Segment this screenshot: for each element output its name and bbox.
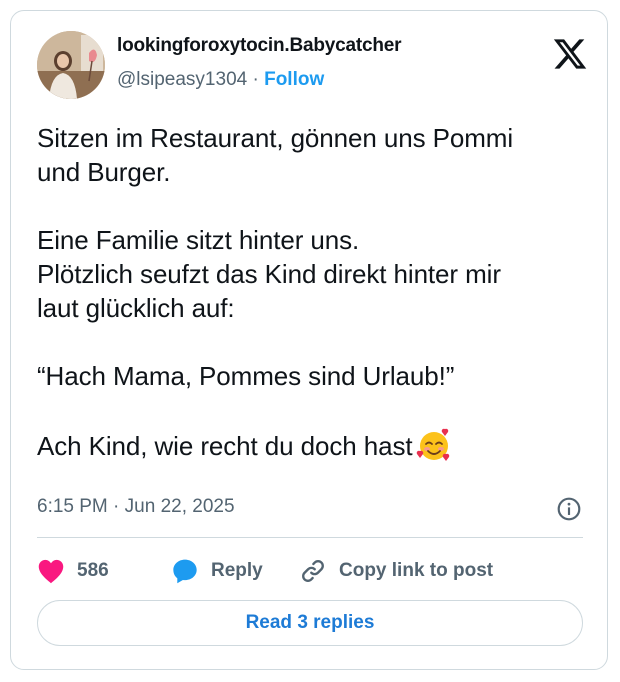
avatar[interactable]	[37, 31, 105, 99]
read-replies-button[interactable]: Read 3 replies	[37, 600, 583, 646]
x-logo-icon[interactable]	[552, 36, 588, 72]
copy-link-button[interactable]: Copy link to post	[299, 555, 493, 587]
heart-icon	[38, 559, 64, 584]
follow-button[interactable]: Follow	[264, 69, 324, 90]
speech-bubble-icon	[173, 559, 197, 584]
post-card: lookingforoxytocin.Babycatcher @lsipeasy…	[10, 10, 608, 670]
handle-row: @lsipeasy1304 · Follow	[117, 69, 324, 91]
post-date: Jun 22, 2025	[124, 496, 235, 517]
user-handle[interactable]: @lsipeasy1304	[117, 69, 247, 90]
display-name[interactable]: lookingforoxytocin.Babycatcher	[117, 35, 402, 57]
link-icon	[302, 560, 324, 582]
separator-dot: ·	[252, 69, 259, 90]
smiling-face-with-hearts-emoji	[417, 428, 450, 461]
like-count: 586	[77, 560, 109, 581]
info-icon[interactable]	[556, 496, 582, 522]
post-timestamp[interactable]: 6:15 PM · Jun 22, 2025	[37, 496, 235, 518]
read-replies-label: Read 3 replies	[245, 612, 375, 633]
reply-button[interactable]: Reply	[171, 555, 263, 587]
post-text: Sitzen im Restaurant, gönnen uns Pommi u…	[37, 121, 597, 463]
copy-link-label: Copy link to post	[339, 560, 494, 581]
post-body: Sitzen im Restaurant, gönnen uns Pommi u…	[37, 123, 513, 461]
avatar-photo	[37, 31, 105, 99]
action-bar: 586 Reply Copy link to post	[37, 555, 597, 587]
like-button[interactable]: 586	[37, 555, 109, 587]
reply-label: Reply	[211, 560, 263, 581]
divider	[37, 537, 583, 538]
separator-dot: ·	[113, 496, 120, 517]
post-time: 6:15 PM	[37, 496, 108, 517]
